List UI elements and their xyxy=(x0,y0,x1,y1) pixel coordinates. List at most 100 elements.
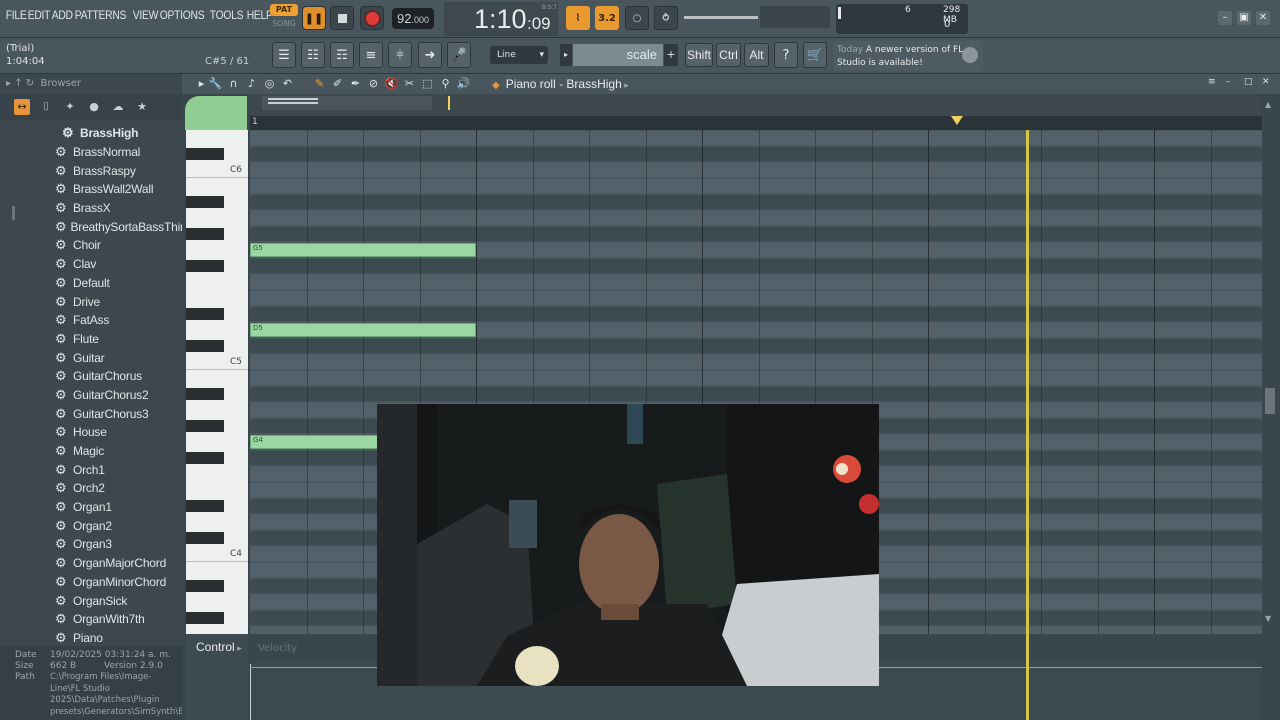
vertical-scrollbar[interactable]: ▲ ▼ xyxy=(1264,100,1276,634)
delete-icon[interactable]: ⊘ xyxy=(366,76,381,91)
slice-icon[interactable]: ✂ xyxy=(402,76,417,91)
browser-item[interactable]: ⚙ Magic xyxy=(0,442,182,461)
wrench-icon[interactable]: 🔧 xyxy=(208,76,223,91)
menu-view[interactable]: VIEW xyxy=(131,8,160,22)
stamp-icon[interactable]: ◎ xyxy=(262,76,277,91)
zoom-icon[interactable]: ⚲ xyxy=(438,76,453,91)
brush-icon[interactable]: ✐ xyxy=(330,76,345,91)
browser-item[interactable]: ⚙ Choir xyxy=(0,236,182,255)
piano-roll-icon[interactable]: ☷ xyxy=(301,42,325,68)
note-icon[interactable]: ♪ xyxy=(244,76,259,91)
channel-rack-icon[interactable]: ☶ xyxy=(330,42,354,68)
note-d5[interactable]: D5 xyxy=(250,323,476,337)
playhead-marker[interactable] xyxy=(951,116,963,125)
snap-select[interactable]: Line xyxy=(490,46,548,64)
blend-notes-button[interactable]: 3.2 xyxy=(595,6,619,30)
alt-key-button[interactable]: Alt xyxy=(744,43,769,67)
scale-selector[interactable]: scale xyxy=(573,44,663,66)
browser-item[interactable]: ⚙ OrganWith7th xyxy=(0,610,182,629)
menu-add[interactable]: ADD xyxy=(50,8,74,22)
menu-edit[interactable]: EDIT xyxy=(26,8,52,22)
minimize-icon[interactable]: – xyxy=(1218,11,1232,25)
song-time-display[interactable]: 1:10 :09 B:S:T xyxy=(444,2,558,36)
browser-item[interactable]: ⚙ Drive xyxy=(0,292,182,311)
speaker-icon[interactable]: 🔊 xyxy=(456,76,471,91)
browser-disc-icon[interactable]: ● xyxy=(86,99,102,115)
menu-file[interactable]: FILE xyxy=(4,8,28,22)
scale-plus-button[interactable]: + xyxy=(664,44,678,66)
browser-item[interactable]: ⚙ Orch1 xyxy=(0,460,182,479)
arrow-icon[interactable]: ➜ xyxy=(418,42,442,68)
browser-item[interactable]: ⚙ OrganMajorChord xyxy=(0,554,182,573)
stop-button[interactable] xyxy=(330,6,354,30)
paint-icon[interactable]: ✒ xyxy=(348,76,363,91)
piano-keyboard[interactable]: C6 C5 C4 xyxy=(186,130,248,634)
black-key[interactable] xyxy=(186,260,224,272)
note-g5[interactable]: G5 xyxy=(250,243,476,257)
undo-icon[interactable]: ↶ xyxy=(280,76,295,91)
browser-item[interactable]: ⚙ Default xyxy=(0,274,182,293)
menu-arrow-icon[interactable]: ▸ xyxy=(194,76,209,91)
pause-button[interactable]: ❚❚ xyxy=(302,6,326,30)
black-key[interactable] xyxy=(186,612,224,624)
scroll-up-icon[interactable]: ▲ xyxy=(1265,100,1271,109)
globe-icon[interactable] xyxy=(962,47,978,63)
scroll-thumb[interactable] xyxy=(1265,388,1275,414)
record-button[interactable] xyxy=(360,6,384,30)
control-selector[interactable]: Control xyxy=(196,640,242,654)
browser-item[interactable]: ⚙ GuitarChorus xyxy=(0,367,182,386)
minimize-icon[interactable]: – xyxy=(1226,77,1236,87)
detach-icon[interactable]: ≡ xyxy=(1208,77,1218,87)
pencil-icon[interactable]: ✎ xyxy=(312,76,327,91)
master-volume-box[interactable] xyxy=(760,6,830,28)
browser-item[interactable]: ⚙ Piano xyxy=(0,629,182,648)
close-icon[interactable]: ✕ xyxy=(1262,77,1272,87)
maximize-icon[interactable]: □ xyxy=(1244,77,1254,87)
zoom-thumb[interactable] xyxy=(262,96,432,110)
browser-all-icon[interactable]: ↔ xyxy=(14,99,30,115)
browser-item[interactable]: ⚙ Organ2 xyxy=(0,516,182,535)
browser-item[interactable]: ⚙ GuitarChorus3 xyxy=(0,404,182,423)
mixer-icon[interactable]: ≡ xyxy=(359,42,383,68)
browser-plugin-icon[interactable]: ✦ xyxy=(62,99,78,115)
black-key[interactable] xyxy=(186,148,224,160)
browser-item[interactable]: ⚙ BreathySortaBassThing xyxy=(0,217,193,236)
playlist-icon[interactable]: ☰ xyxy=(272,42,296,68)
shift-key-button[interactable]: Shift xyxy=(685,43,713,67)
black-key[interactable] xyxy=(186,388,224,400)
browser-item[interactable]: ⚙ Clav xyxy=(0,255,182,274)
loop-record-button[interactable]: ⥁ xyxy=(654,6,678,30)
browser-file-icon[interactable]: ⌷ xyxy=(38,99,54,115)
black-key[interactable] xyxy=(186,308,224,320)
horizontal-zoom-scrollbar[interactable] xyxy=(250,94,1260,116)
close-icon[interactable]: ✕ xyxy=(1256,11,1270,25)
scale-left-button[interactable]: ▸ xyxy=(560,44,572,66)
scroll-down-icon[interactable]: ▼ xyxy=(1265,614,1271,623)
help-icon[interactable]: ? xyxy=(774,42,798,68)
menu-tools[interactable]: TOOLS xyxy=(208,8,245,22)
browser-item[interactable]: ⚙ Guitar xyxy=(0,348,182,367)
timeline-ruler[interactable]: 1 xyxy=(250,116,1262,130)
magnet-icon[interactable]: ∩ xyxy=(226,76,241,91)
ctrl-key-button[interactable]: Ctrl xyxy=(716,43,741,67)
select-icon[interactable]: ⬚ xyxy=(420,76,435,91)
browser-item[interactable]: ⚙ Orch2 xyxy=(0,479,182,498)
browser-item[interactable]: ⚙ Flute xyxy=(0,330,182,349)
menu-options[interactable]: OPTIONS xyxy=(158,8,206,22)
browser-cloud-icon[interactable]: ☁ xyxy=(110,99,126,115)
browser-item[interactable]: ⚙ FatAss xyxy=(0,311,182,330)
black-key[interactable] xyxy=(186,228,224,240)
browser-item[interactable]: ⚙ OrganMinorChord xyxy=(0,573,182,592)
master-pitch-slider[interactable] xyxy=(684,16,758,19)
black-key[interactable] xyxy=(186,500,224,512)
browser-item[interactable]: ⚙ GuitarChorus2 xyxy=(0,386,182,405)
browser-item[interactable]: ⚙ BrassRaspy xyxy=(0,161,182,180)
shop-icon[interactable]: 🛒 xyxy=(803,42,827,68)
black-key[interactable] xyxy=(186,532,224,544)
browser-item[interactable]: ⚙ BrassX xyxy=(0,199,182,218)
black-key[interactable] xyxy=(186,420,224,432)
browser-item-selected[interactable]: ⚙ BrassHigh xyxy=(0,124,182,143)
browser-item[interactable]: ⚙ Organ1 xyxy=(0,498,182,517)
news-panel[interactable]: Today A newer version of FL Studio is av… xyxy=(833,41,983,71)
black-key[interactable] xyxy=(186,196,224,208)
